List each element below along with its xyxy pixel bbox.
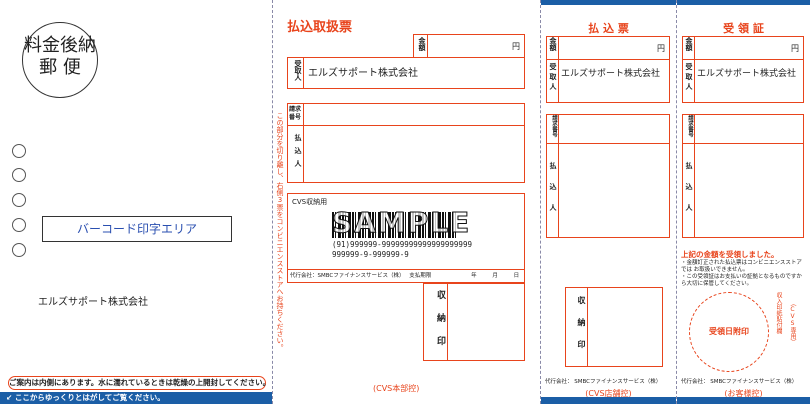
cut-note: この部分を切り離し、右側3票をコンビニエンスストアへお持ちください。 <box>274 112 284 352</box>
postage-line2: 郵 便 <box>39 57 81 78</box>
deadline-label: 支払期限 <box>409 273 432 279</box>
receipt-title: 受 領 証 <box>723 22 764 35</box>
revenue-stamp-cvs: （CVS専用） <box>789 300 796 345</box>
receipt-note1: ・金額訂正された払込票はコンビニエンスストアでは お取扱いできません。 <box>681 260 802 273</box>
agent-row: 代行会社：SMBCファイナンスサービス（株） 支払期限 年 月 日 <box>288 269 524 282</box>
receipt-invoice-label: 請求番号 <box>683 115 695 143</box>
peel-arrow-icon: ↙ <box>6 393 13 402</box>
receipt-amount-label: 金額 <box>683 37 695 59</box>
payer-box: 払込人 <box>287 125 525 183</box>
left-notice: ご案内は内側にあります。水に濡れているときは乾燥の上開封してください。 <box>8 376 270 390</box>
agent-text: 代行会社：SMBCファイナンスサービス（株） <box>290 273 405 279</box>
receipt-payer-label: 払込人 <box>683 144 695 237</box>
sample-watermark: SAMPLE <box>332 206 472 240</box>
peel-text: ここからゆっくりとはがしてご覧ください。 <box>14 393 165 402</box>
payee-label: 受取人 <box>288 58 304 88</box>
barcode-line1: (91)999999-99999999999999999999 <box>332 240 472 249</box>
invoice-box: 請求番号 <box>287 103 525 126</box>
stamp-label: 収納印 <box>424 284 448 360</box>
receipt-payee-box: 受取人 エルズサポート株式会社 <box>682 59 804 103</box>
receipt-amount-box: 金額 円 <box>682 36 804 60</box>
revenue-stamp-label: 収入印紙貼付欄 <box>775 292 782 334</box>
slip-title: 払込取扱票 <box>287 20 353 35</box>
bottom-blue-bar <box>677 397 810 404</box>
payee-box: 受取人 エルズサポート株式会社 <box>287 57 525 89</box>
amount-label: 金額 <box>414 35 428 59</box>
deadline-day: 日 <box>513 273 520 279</box>
punch-hole <box>12 168 26 182</box>
date-stamp-label: 受領日附印 <box>709 327 749 336</box>
deadline-year: 年 <box>471 273 477 279</box>
store-stamp-box: 収納印 <box>565 287 663 367</box>
left-company-name: エルズサポート株式会社 <box>38 297 148 308</box>
receipt-payer-box: 払込人 <box>682 143 804 238</box>
store-payee-name: エルズサポート株式会社 <box>561 69 661 79</box>
store-payee-label: 受取人 <box>547 60 559 102</box>
barcode-line2: 999999-9-999999-9 <box>332 250 409 259</box>
stamp-box: 収納印 <box>423 283 525 361</box>
left-panel: 料金後納 郵 便 バーコード印字エリア エルズサポート株式会社 ご案内は内側にあ… <box>0 0 272 404</box>
payment-slip: 払込取扱票 金額 円 受取人 エルズサポート株式会社 請求番号 払込人 CVS収… <box>285 0 535 404</box>
store-amount-yen: 円 <box>657 44 665 53</box>
store-payee-box: 受取人 エルズサポート株式会社 <box>546 59 670 103</box>
payer-label: 払込人 <box>288 126 304 182</box>
punch-hole <box>12 144 26 158</box>
store-amount-box: 金額 円 <box>546 36 670 60</box>
store-stamp-label: 収納印 <box>566 288 588 366</box>
top-blue-bar <box>541 0 676 5</box>
barcode-area-box: バーコード印字エリア <box>42 216 232 242</box>
postage-mark: 料金後納 郵 便 <box>22 22 98 98</box>
bottom-blue-bar <box>541 397 676 404</box>
top-blue-bar <box>677 0 810 5</box>
amount-yen: 円 <box>512 42 520 51</box>
receipt-payee-label: 受取人 <box>683 60 695 102</box>
cvs-store-copy: 払 込 票 金額 円 受取人 エルズサポート株式会社 請求番号 払込人 収納印 … <box>541 0 676 404</box>
invoice-label: 請求番号 <box>288 104 304 125</box>
left-notice-text: ご案内は内側にあります。水に濡れているときは乾燥の上開封してください。 <box>9 378 271 387</box>
deadline-month: 月 <box>492 273 498 279</box>
received-text: 上記の金額を受領しました。 <box>681 250 779 259</box>
receipt-amount-yen: 円 <box>791 44 799 53</box>
store-payer-box: 払込人 <box>546 143 670 238</box>
barcode-area-label: バーコード印字エリア <box>76 222 197 236</box>
store-copy-title: 払 込 票 <box>588 22 629 35</box>
date-stamp-circle: 受領日附印 <box>689 292 769 372</box>
peel-bar: ↙ ここからゆっくりとはがしてご覧ください。 <box>0 392 272 404</box>
receipt-invoice-box: 請求番号 <box>682 114 804 144</box>
customer-receipt: 受 領 証 金額 円 受取人 エルズサポート株式会社 請求番号 払込人 上記の金… <box>677 0 810 404</box>
postage-line1: 料金後納 <box>24 35 96 56</box>
receipt-agent: 代行会社： SMBCファイナンスサービス（株） <box>681 379 798 385</box>
receipt-note2: ・この受領証はお支払いの証拠となるものですから大切に保管してください。 <box>681 274 802 287</box>
store-amount-label: 金額 <box>547 37 559 59</box>
cut-note-text: この部分を切り離し、右側3票をコンビニエンスストアへお持ちください。 <box>276 112 284 351</box>
punch-hole <box>12 218 26 232</box>
cvs-label: CVS収納用 <box>292 198 328 206</box>
cvs-box: CVS収納用 SAMPLE (91)999999-999999999999999… <box>287 193 525 283</box>
store-payer-label: 払込人 <box>547 144 559 237</box>
slip-footer: (CVS本部控) <box>373 384 420 393</box>
receipt-payee-name: エルズサポート株式会社 <box>697 69 797 79</box>
punch-hole <box>12 243 26 257</box>
punch-hole <box>12 193 26 207</box>
store-invoice-label: 請求番号 <box>547 115 559 143</box>
fold-line <box>272 0 273 404</box>
payee-name: エルズサポート株式会社 <box>308 68 418 79</box>
store-agent: 代行会社： SMBCファイナンスサービス（株） <box>545 379 662 385</box>
store-invoice-box: 請求番号 <box>546 114 670 144</box>
